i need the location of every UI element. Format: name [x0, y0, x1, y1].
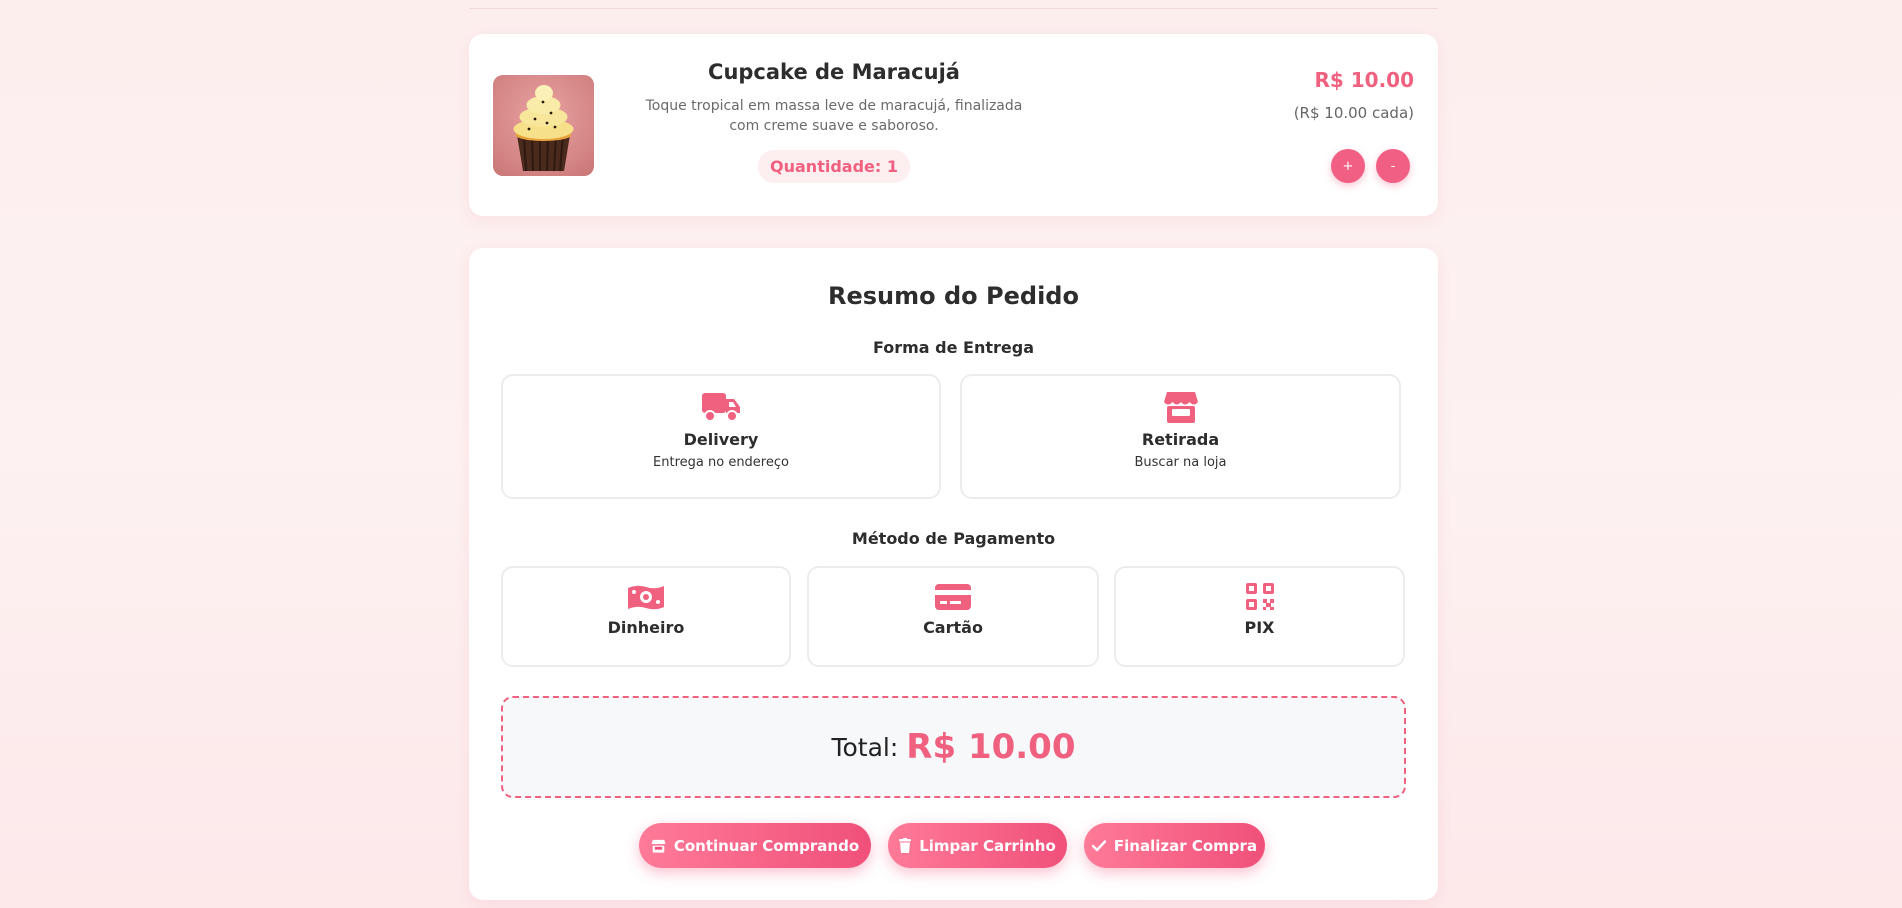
truck-icon: [702, 393, 740, 422]
divider: [469, 8, 1438, 9]
product-image: [493, 75, 594, 176]
delivery-option-description: Entrega no endereço: [653, 455, 789, 470]
delivery-option-delivery[interactable]: Delivery Entrega no endereço: [501, 374, 941, 499]
payment-option-cash[interactable]: Dinheiro: [501, 566, 791, 667]
quantity-badge: Quantidade: 1: [758, 150, 910, 183]
pickup-option-name: Retirada: [1141, 430, 1220, 449]
store-icon: [1163, 392, 1198, 423]
clear-cart-label: Limpar Carrinho: [919, 836, 1056, 855]
delivery-option-name: Delivery: [683, 430, 759, 449]
product-unit-price: (R$ 10.00 cada): [1293, 104, 1414, 122]
order-summary-card: Resumo do Pedido Forma de Entrega Delive…: [469, 248, 1438, 900]
cash-icon: [628, 585, 664, 610]
cart-item-card: Cupcake de Maracujá Toque tropical em ma…: [469, 34, 1438, 216]
continue-shopping-button[interactable]: Continuar Comprando: [639, 823, 871, 868]
checkout-label: Finalizar Compra: [1113, 836, 1258, 855]
continue-shopping-label: Continuar Comprando: [673, 836, 860, 855]
payment-option-name: Cartão: [923, 618, 983, 637]
delivery-section-title: Forma de Entrega: [872, 338, 1035, 357]
store-icon: [651, 839, 666, 853]
total-label: Total:: [831, 732, 899, 762]
credit-card-icon: [935, 584, 971, 610]
payment-option-card[interactable]: Cartão: [807, 566, 1099, 667]
decrease-quantity-button[interactable]: -: [1376, 149, 1410, 183]
payment-section-title: Método de Pagamento: [851, 529, 1056, 548]
clear-cart-button[interactable]: Limpar Carrinho: [888, 823, 1067, 868]
qrcode-icon: [1245, 583, 1274, 610]
product-price-block: R$ 10.00 (R$ 10.00 cada): [1294, 68, 1414, 122]
summary-title: Resumo do Pedido: [828, 282, 1079, 310]
pickup-option-description: Buscar na loja: [1134, 455, 1227, 470]
product-description: Toque tropical em massa leve de maracujá…: [645, 98, 1023, 134]
delivery-option-pickup[interactable]: Retirada Buscar na loja: [960, 374, 1401, 499]
trash-icon: [899, 838, 912, 853]
checkout-button[interactable]: Finalizar Compra: [1084, 823, 1265, 868]
payment-option-name: PIX: [1244, 618, 1275, 637]
total-value: R$ 10.00: [906, 727, 1076, 767]
product-info: Cupcake de Maracujá Toque tropical em ma…: [609, 60, 1059, 183]
increase-quantity-button[interactable]: +: [1331, 149, 1365, 183]
product-total-price: R$ 10.00: [1314, 68, 1414, 92]
product-name: Cupcake de Maracujá: [708, 60, 960, 84]
check-icon: [1091, 839, 1106, 851]
payment-option-name: Dinheiro: [607, 618, 685, 637]
payment-option-pix[interactable]: PIX: [1114, 566, 1405, 667]
total-box: Total: R$ 10.00: [501, 696, 1406, 798]
